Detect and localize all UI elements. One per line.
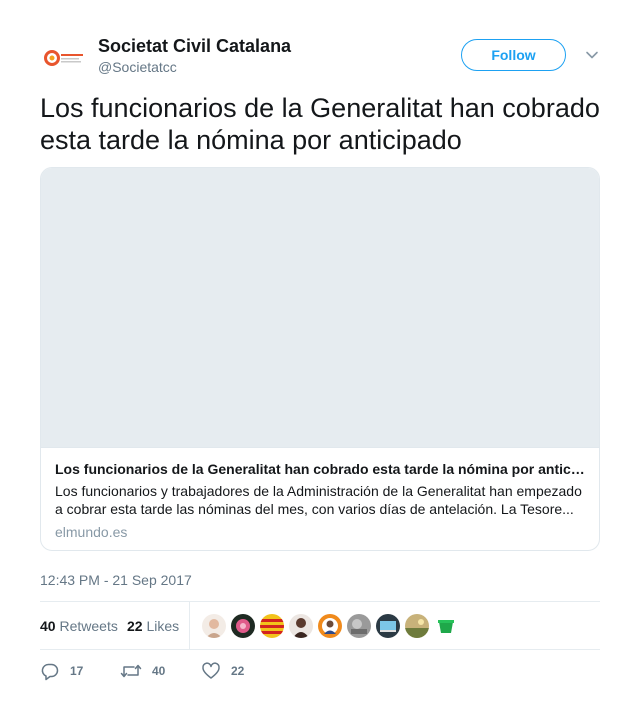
- card-image[interactable]: [41, 168, 599, 448]
- retweets-count: 40: [40, 618, 56, 634]
- user-names: Societat Civil Catalana @Societatcc: [98, 35, 291, 76]
- retweets-stat[interactable]: 40 Retweets: [40, 617, 118, 635]
- card-body: Los funcionarios de la Generalitat han c…: [41, 448, 599, 541]
- reply-count: 17: [70, 664, 84, 678]
- link-card[interactable]: Los funcionarios de la Generalitat han c…: [40, 167, 600, 551]
- liker-avatar[interactable]: [231, 614, 255, 638]
- tweet-stats: 40 Retweets 22 Likes: [40, 601, 600, 650]
- scc-logo-icon: [40, 35, 88, 83]
- liker-avatar[interactable]: [434, 614, 458, 638]
- card-domain: elmundo.es: [55, 524, 128, 540]
- retweet-icon[interactable]: [120, 661, 142, 681]
- follow-button[interactable]: Follow: [461, 39, 566, 71]
- tweet-timestamp[interactable]: 12:43 PM - 21 Sep 2017: [40, 571, 192, 589]
- liker-avatar[interactable]: [202, 614, 226, 638]
- liker-avatar[interactable]: [376, 614, 400, 638]
- liker-avatar[interactable]: [289, 614, 313, 638]
- like-action[interactable]: 22: [201, 661, 244, 681]
- card-title[interactable]: Los funcionarios de la Generalitat han c…: [55, 460, 585, 478]
- retweet-count: 40: [152, 664, 166, 678]
- likes-count: 22: [127, 618, 143, 634]
- liker-avatar[interactable]: [405, 614, 429, 638]
- user-display-name[interactable]: Societat Civil Catalana: [98, 35, 291, 57]
- tweet-header: Societat Civil Catalana @Societatcc Foll…: [40, 33, 600, 83]
- liker-avatar[interactable]: [318, 614, 342, 638]
- heart-icon[interactable]: [201, 661, 221, 681]
- chevron-down-icon[interactable]: [584, 47, 600, 63]
- liker-avatar[interactable]: [347, 614, 371, 638]
- retweet-action[interactable]: 40: [120, 661, 165, 681]
- retweets-label: Retweets: [59, 618, 118, 634]
- likes-stat[interactable]: 22 Likes: [127, 617, 179, 635]
- card-description: Los funcionarios y trabajadores de la Ad…: [55, 483, 582, 517]
- liker-avatar[interactable]: [260, 614, 284, 638]
- tweet-actions: 17 40 22: [40, 661, 600, 681]
- user-avatar[interactable]: [40, 35, 88, 83]
- user-handle[interactable]: @Societatcc: [98, 58, 291, 76]
- reply-action[interactable]: 17: [40, 661, 83, 681]
- likes-label: Likes: [146, 618, 180, 634]
- like-count: 22: [231, 664, 245, 678]
- tweet-text: Los funcionarios de la Generalitat han c…: [40, 93, 600, 155]
- reply-icon[interactable]: [40, 661, 60, 681]
- stats-divider: [189, 602, 190, 649]
